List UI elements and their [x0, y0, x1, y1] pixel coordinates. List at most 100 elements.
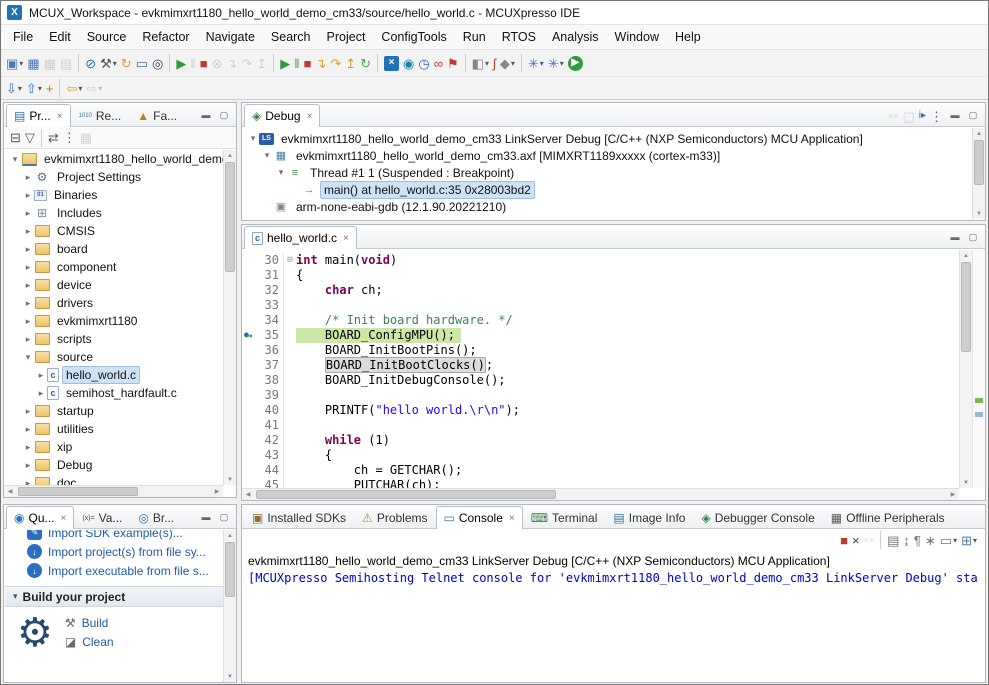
expand-icon[interactable]: ▸	[22, 316, 34, 327]
quickstart-tab-qu[interactable]: ◉Qu...×	[6, 506, 74, 529]
scroll-left-icon[interactable]: ◀	[242, 489, 254, 500]
next-annotation-button[interactable]: ⇩▾	[4, 78, 24, 98]
trustzone-tool-button[interactable]: ∞	[432, 53, 445, 73]
debug-terminate-button[interactable]: ■	[302, 53, 314, 73]
tree-item-drivers[interactable]: ▸drivers	[5, 294, 223, 312]
scroll-left-icon[interactable]: ◀	[4, 486, 16, 497]
menu-project[interactable]: Project	[319, 27, 374, 47]
build-button[interactable]: ⚒▾	[98, 53, 119, 73]
code-line-43[interactable]: 43 {	[243, 448, 959, 463]
menu-search[interactable]: Search	[263, 27, 319, 47]
expand-icon[interactable]: ▸	[22, 244, 34, 255]
code-line-41[interactable]: 41	[243, 418, 959, 433]
tree-item-evkmimxrt1180-hello-world-demo-cm33-axf-mimxrt1189xxxxx-cortex-m33[interactable]: ▾▦evkmimxrt1180_hello_world_demo_cm33.ax…	[243, 147, 972, 164]
save-button[interactable]: ▦	[25, 53, 41, 73]
expand-icon[interactable]: ▸	[22, 334, 34, 345]
forward-button[interactable]: ⇨▾	[84, 78, 104, 98]
expand-icon[interactable]: ▸	[22, 424, 34, 435]
tree-item-thread-1-1-suspended-breakpoint[interactable]: ▾≡Thread #1 1 (Suspended : Breakpoint)	[243, 164, 972, 181]
menu-refactor[interactable]: Refactor	[134, 27, 197, 47]
scrollbar-thumb[interactable]	[225, 542, 235, 597]
scrollbar-thumb[interactable]	[256, 490, 556, 499]
tree-item-device[interactable]: ▸device	[5, 276, 223, 294]
new-button[interactable]: ▣▾	[4, 53, 25, 73]
tree-item-component[interactable]: ▸component	[5, 258, 223, 276]
scroll-right-icon[interactable]: ▶	[211, 486, 223, 497]
clear-console-button[interactable]: ▤	[885, 530, 901, 550]
close-icon[interactable]: ×	[343, 233, 349, 244]
menu-edit[interactable]: Edit	[41, 27, 79, 47]
instruction-stepping-mode-button[interactable]: i▸	[917, 106, 928, 126]
code-line-39[interactable]: 39	[243, 388, 959, 403]
scrollbar-thumb[interactable]	[225, 162, 235, 272]
close-icon[interactable]: ×	[307, 111, 313, 122]
scroll-up-icon[interactable]: ▲	[224, 530, 236, 541]
console-output[interactable]: evkmimxrt1180_hello_world_demo_cm33 Link…	[242, 551, 985, 589]
minimize-button[interactable]: ▬	[198, 509, 214, 525]
breakpoint-margin[interactable]	[243, 268, 257, 283]
menu-file[interactable]: File	[5, 27, 41, 47]
console-tab-debugger-console[interactable]: ◈Debugger Console	[693, 506, 822, 529]
tree-item-evkmimxrt1180-hello-world-demo-cm33[interactable]: ▾evkmimxrt1180_hello_world_demo_cm33	[5, 150, 223, 168]
expand-icon[interactable]: ▸	[22, 298, 34, 309]
breakpoint-margin[interactable]	[243, 343, 257, 358]
breakpoint-margin[interactable]	[243, 463, 257, 478]
quick-settings-button[interactable]: ▶	[566, 53, 585, 73]
view-menu-button[interactable]: ⋮	[61, 128, 78, 148]
tree-item-source[interactable]: ▾source	[5, 348, 223, 366]
menu-configtools[interactable]: ConfigTools	[373, 27, 454, 47]
configtools-button[interactable]: ×	[382, 53, 401, 73]
debug-vertical-scrollbar[interactable]: ▲ ▼	[972, 128, 985, 219]
code-line-30[interactable]: 30⊟int main(void)	[243, 253, 959, 268]
quickstart-tab-br[interactable]: ◎Br...	[130, 506, 182, 529]
scroll-up-icon[interactable]: ▲	[973, 128, 985, 139]
last-edit-location-button[interactable]: +	[44, 78, 56, 98]
editor-vertical-scrollbar[interactable]: ▲ ▼	[959, 250, 972, 488]
debug-resume-button[interactable]: ▶	[278, 53, 292, 73]
tree-item-xip[interactable]: ▸xip	[5, 438, 223, 456]
menu-help[interactable]: Help	[667, 27, 709, 47]
minimize-button[interactable]: ▬	[198, 107, 214, 123]
overview-mark-current-line[interactable]	[975, 398, 983, 403]
scrollbar-thumb[interactable]	[18, 487, 138, 496]
suspend-button[interactable]: ‖	[188, 53, 197, 73]
breakpoint-margin[interactable]	[243, 253, 257, 268]
remove-all-terminated-launches-button[interactable]: ××	[886, 106, 901, 126]
focus-task-button[interactable]: ▦	[78, 128, 94, 148]
menu-window[interactable]: Window	[607, 27, 667, 47]
expand-icon[interactable]: ▸	[35, 370, 47, 381]
swo-trace-button[interactable]: ◧▾	[470, 53, 491, 73]
console-tab-console[interactable]: ▭Console×	[436, 506, 523, 529]
energy-measurement-button[interactable]: ʃ	[491, 53, 498, 73]
back-button[interactable]: ⇦▾	[64, 78, 84, 98]
tree-item-includes[interactable]: ▸⊞Includes	[5, 204, 223, 222]
debug-suspend-button[interactable]: ‖	[292, 53, 301, 73]
remove-all-terminated-button[interactable]: ××	[862, 530, 877, 550]
clocks-tool-button[interactable]: ◷	[416, 53, 431, 73]
overview-mark-occurrence[interactable]	[975, 412, 983, 417]
explorer-tab-pr[interactable]: ▤Pr...×	[6, 104, 71, 127]
maximize-button[interactable]: ▢	[216, 509, 232, 525]
tree-item-arm-none-eabi-gdb-12-1-90-20221210[interactable]: ▣arm-none-eabi-gdb (12.1.90.20221210)	[243, 198, 972, 215]
step-return-button[interactable]: ↥	[254, 53, 269, 73]
debug-step-return-button[interactable]: ↥	[343, 53, 358, 73]
console-tab-offline-peripherals[interactable]: ▦Offline Peripherals	[823, 506, 953, 529]
breakpoint-margin[interactable]	[243, 433, 257, 448]
breakpoint-margin[interactable]	[243, 298, 257, 313]
collapse-icon[interactable]: ▾	[247, 133, 259, 144]
code-line-37[interactable]: 37 BOARD_InitBootClocks();	[243, 358, 959, 373]
fold-collapse-icon[interactable]: ⊟	[283, 253, 296, 268]
collapse-icon[interactable]: ▾	[275, 167, 287, 178]
editor-horizontal-scrollbar[interactable]: ◀ ▶	[242, 488, 959, 500]
code-line-40[interactable]: 40 PRINTF("hello world.\r\n");	[243, 403, 959, 418]
expand-icon[interactable]: ▸	[22, 172, 34, 183]
expand-icon[interactable]: ▸	[22, 406, 34, 417]
collapse-all-button[interactable]: ⊟	[8, 128, 23, 148]
expand-icon[interactable]: ▸	[22, 460, 34, 471]
expand-icon[interactable]: ▸	[22, 280, 34, 291]
expand-icon[interactable]: ▸	[22, 478, 34, 486]
tree-item-startup[interactable]: ▸startup	[5, 402, 223, 420]
expand-icon[interactable]: ▸	[35, 388, 47, 399]
breakpoint-margin[interactable]	[243, 478, 257, 488]
expand-icon[interactable]: ▸	[22, 262, 34, 273]
